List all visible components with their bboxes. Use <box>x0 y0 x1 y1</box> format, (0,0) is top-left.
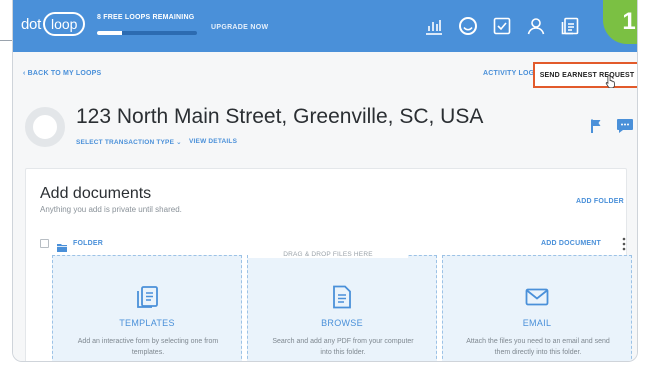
templates-tile-title: TEMPLATES <box>119 318 175 328</box>
loop-content: ‹ BACK TO MY LOOPS ACTIVITY LOG SEND EAR… <box>13 52 637 361</box>
send-earnest-request-button[interactable]: SEND EARNEST REQUEST <box>533 62 637 88</box>
tasks-icon[interactable] <box>491 15 513 37</box>
logo-loop-text: loop <box>42 12 86 36</box>
free-loops-label: 8 FREE LOOPS REMAINING <box>97 14 195 21</box>
browse-tile[interactable]: BROWSE Search and add any PDF from your … <box>247 255 437 361</box>
folder-icon <box>57 239 67 252</box>
loop-address-title: 123 North Main Street, Greenville, SC, U… <box>76 105 484 128</box>
more-options-icon[interactable] <box>622 237 626 251</box>
activity-log-link[interactable]: ACTIVITY LOG <box>483 70 534 77</box>
flag-icon[interactable] <box>589 118 605 134</box>
hand-cursor-icon <box>605 74 617 89</box>
reports-icon[interactable] <box>423 15 445 37</box>
property-avatar <box>25 107 65 147</box>
view-details-link[interactable]: VIEW DETAILS <box>189 138 237 145</box>
dotloop-logo[interactable]: dot loop <box>21 11 87 37</box>
templates-tile[interactable]: TEMPLATES Add an interactive form by sel… <box>52 255 242 361</box>
folder-name[interactable]: FOLDER <box>73 240 103 247</box>
logo-dot-text: dot <box>21 15 41 33</box>
profile-icon[interactable] <box>525 15 547 37</box>
loops-icon[interactable] <box>457 15 479 37</box>
send-earnest-request-label: SEND EARNEST REQUEST <box>539 71 635 79</box>
back-to-my-loops-link[interactable]: ‹ BACK TO MY LOOPS <box>23 70 101 77</box>
email-tile-title: EMAIL <box>522 318 552 328</box>
folder-select-checkbox[interactable] <box>40 239 49 248</box>
add-document-button[interactable]: ADD DOCUMENT <box>541 240 601 247</box>
templates-tile-icon <box>134 284 160 310</box>
add-documents-card: Add documents Anything you add is privat… <box>25 168 632 361</box>
add-folder-button[interactable]: ADD FOLDER <box>576 198 624 205</box>
frame-edge-line <box>0 40 12 41</box>
app-window: dot loop 8 FREE LOOPS REMAINING UPGRADE … <box>12 0 638 362</box>
add-documents-subtitle: Anything you add is private until shared… <box>40 205 182 214</box>
top-navigation-bar: dot loop 8 FREE LOOPS REMAINING UPGRADE … <box>13 0 637 52</box>
templates-tile-description: Add an interactive form by selecting one… <box>77 338 219 356</box>
templates-icon[interactable] <box>559 15 581 37</box>
chat-icon[interactable] <box>616 118 634 134</box>
select-transaction-type-dropdown[interactable]: SELECT TRANSACTION TYPE ⌄ <box>76 138 182 146</box>
email-tile-description: Attach the files you need to an email an… <box>466 338 610 356</box>
browse-tile-icon <box>329 284 355 310</box>
add-documents-title: Add documents <box>40 185 152 202</box>
browse-tile-description: Search and add any PDF from your compute… <box>272 338 414 356</box>
email-tile-icon <box>524 284 550 310</box>
browse-tile-title: BROWSE <box>321 318 363 328</box>
email-tile[interactable]: EMAIL Attach the files you need to an em… <box>442 255 632 361</box>
free-loops-progress-fill <box>97 31 122 35</box>
upgrade-now-link[interactable]: UPGRADE NOW <box>211 24 268 31</box>
drag-drop-hint: DRAG & DROP FILES HERE <box>248 251 408 258</box>
free-loops-progress <box>97 31 197 35</box>
